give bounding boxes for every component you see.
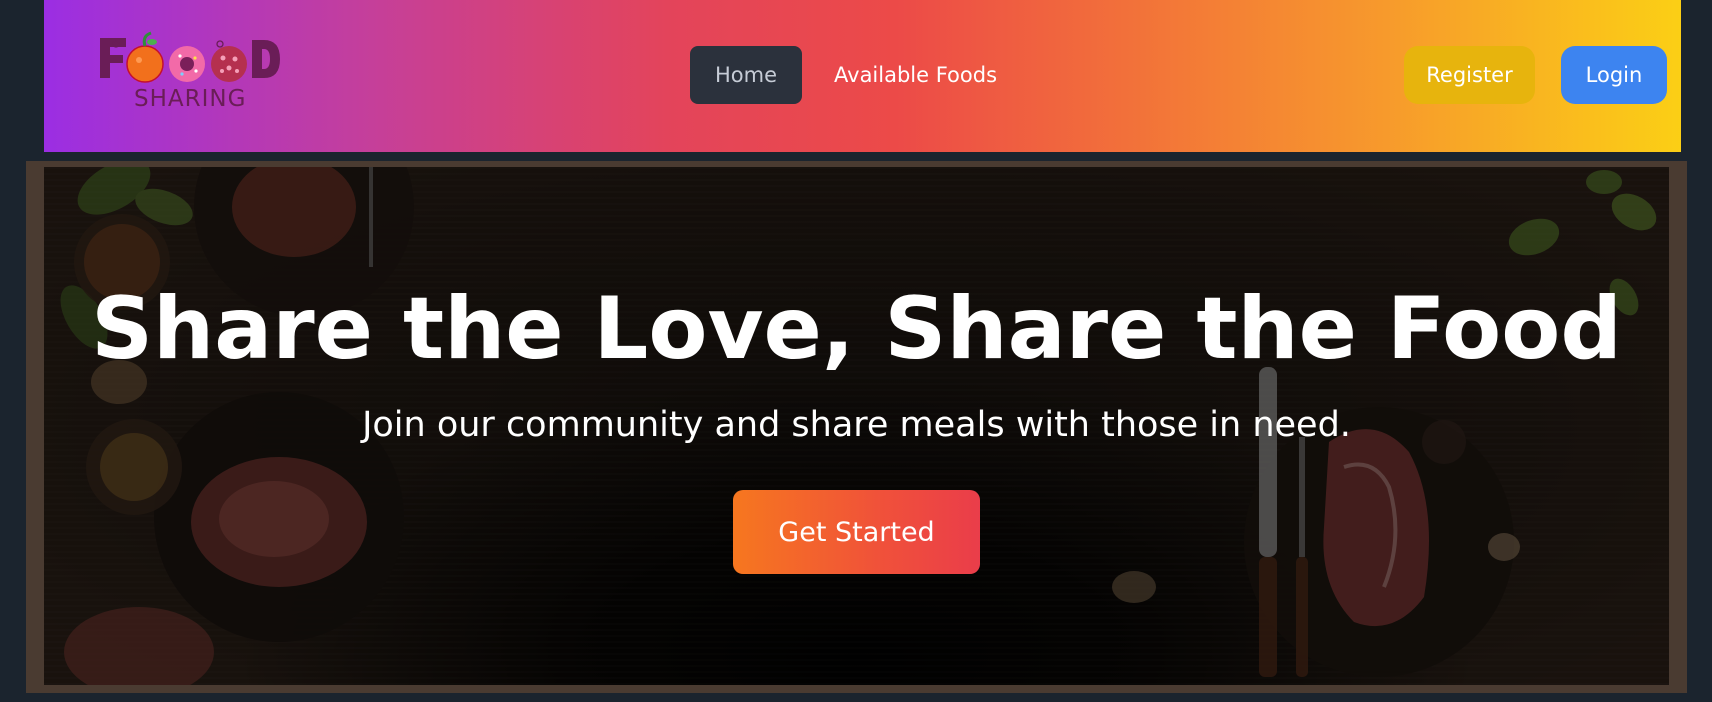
nav-home-link[interactable]: Home (690, 46, 802, 104)
hero-title: Share the Love, Share the Food (91, 279, 1622, 379)
top-navbar: SHARING Home Available Foods Register Lo… (44, 0, 1681, 152)
donut-icon (169, 46, 205, 82)
get-started-button[interactable]: Get Started (733, 490, 980, 574)
logo-wordmark (100, 31, 280, 83)
hero-banner: Share the Love, Share the Food Join our … (44, 167, 1669, 685)
nav-available-foods-link[interactable]: Available Foods (834, 46, 997, 104)
tomato-icon (126, 31, 164, 83)
logo-subtitle: SHARING (134, 86, 247, 112)
login-button[interactable]: Login (1561, 46, 1667, 104)
hero-subtitle: Join our community and share meals with … (362, 405, 1351, 445)
register-button[interactable]: Register (1404, 46, 1535, 104)
site-logo[interactable]: SHARING (96, 30, 282, 120)
cookie-icon (211, 46, 247, 82)
